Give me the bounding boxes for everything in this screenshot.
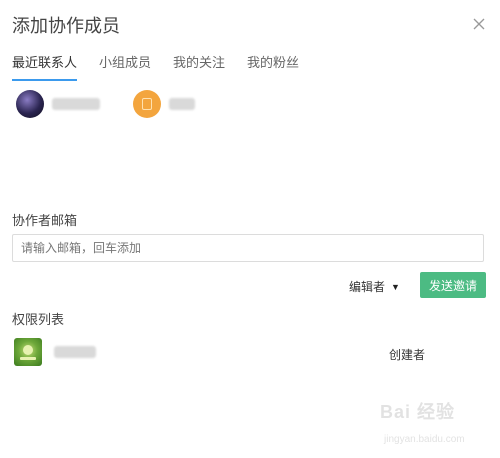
watermark-logo: Bai 经验 xyxy=(380,402,456,422)
avatar xyxy=(14,338,42,366)
contact-tabs: 最近联系人 小组成员 我的关注 我的粉丝 xyxy=(12,52,321,81)
add-collaborator-dialog: 添加协作成员 最近联系人 小组成员 我的关注 我的粉丝 协作者邮箱 编辑者 ▼ … xyxy=(0,0,500,458)
tab-following[interactable]: 我的关注 xyxy=(173,52,225,81)
member-name-redacted xyxy=(54,346,96,358)
role-selected-label: 编辑者 xyxy=(349,280,386,294)
recent-contact-item[interactable] xyxy=(16,90,100,118)
tab-followers[interactable]: 我的粉丝 xyxy=(247,52,299,81)
close-icon[interactable] xyxy=(471,16,487,32)
send-invite-button[interactable]: 发送邀请 xyxy=(420,272,486,298)
tab-group-members[interactable]: 小组成员 xyxy=(99,52,151,81)
avatar xyxy=(16,90,44,118)
email-label: 协作者邮箱 xyxy=(12,213,78,228)
avatar xyxy=(133,90,161,118)
permission-list-label: 权限列表 xyxy=(12,312,65,327)
recent-contact-item[interactable] xyxy=(133,90,195,118)
email-input[interactable] xyxy=(12,234,484,262)
watermark-url: jingyan.baidu.com xyxy=(384,434,465,445)
role-dropdown[interactable]: 编辑者 ▼ xyxy=(349,278,400,295)
member-role: 创建者 xyxy=(389,348,426,362)
permission-member-row: 创建者 xyxy=(14,338,484,368)
dialog-title: 添加协作成员 xyxy=(12,16,120,36)
baidu-jingyan-watermark: Bai 经验 jingyan.baidu.com xyxy=(380,398,492,452)
contact-name-redacted xyxy=(52,98,100,110)
caret-down-icon: ▼ xyxy=(391,281,400,292)
tab-recent-contacts[interactable]: 最近联系人 xyxy=(12,52,78,81)
contact-name-redacted xyxy=(169,98,195,110)
